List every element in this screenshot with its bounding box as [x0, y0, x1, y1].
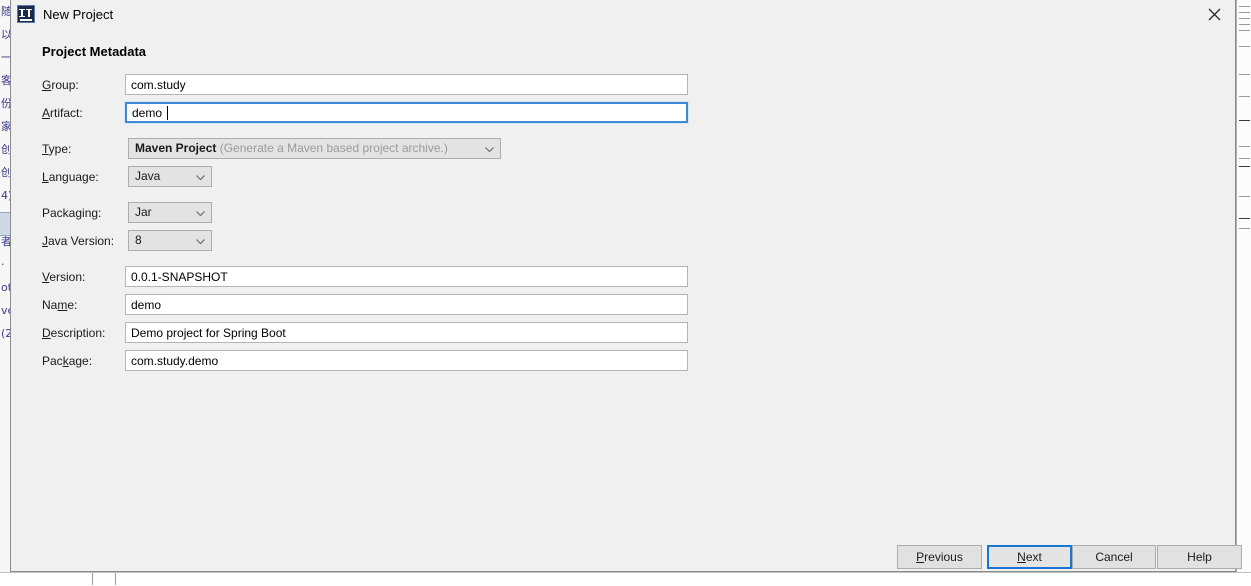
- page-title: Project Metadata: [42, 44, 147, 59]
- java-version-combobox[interactable]: 8: [128, 230, 212, 251]
- type-combobox[interactable]: Maven Project (Generate a Maven based pr…: [128, 138, 501, 159]
- dialog-titlebar: New Project: [11, 0, 1235, 29]
- java-version-label: Java Version:: [42, 234, 115, 248]
- close-icon[interactable]: [1197, 0, 1231, 29]
- type-hint: (Generate a Maven based project archive.…: [219, 141, 448, 155]
- packaging-combobox[interactable]: Jar: [128, 202, 212, 223]
- help-button[interactable]: Help: [1157, 545, 1242, 569]
- java-version-value: 8: [135, 233, 142, 247]
- new-project-dialog: New Project Project Metadata Group: Arti…: [10, 0, 1242, 572]
- chevron-down-icon: [485, 147, 494, 153]
- background-scrollbar[interactable]: [1236, 0, 1251, 585]
- cancel-button[interactable]: Cancel: [1072, 545, 1156, 569]
- language-label: Language:: [42, 170, 99, 184]
- description-input[interactable]: [125, 322, 688, 343]
- packaging-label: Packaging:: [42, 206, 102, 220]
- previous-button[interactable]: Previous: [897, 545, 982, 569]
- chevron-down-icon: [196, 211, 205, 217]
- type-label: Type:: [42, 142, 72, 156]
- language-value: Java: [135, 169, 161, 183]
- background-left-text: 随以一客份家 创创4)ot者· otve(2: [1, 5, 10, 340]
- version-label: Version:: [42, 270, 86, 284]
- name-input[interactable]: [125, 294, 688, 315]
- artifact-label: Artifact:: [42, 106, 83, 120]
- artifact-input[interactable]: [125, 102, 688, 123]
- name-label: Name:: [42, 298, 78, 312]
- chevron-down-icon: [196, 239, 205, 245]
- text-cursor: [167, 106, 168, 120]
- language-combobox[interactable]: Java: [128, 166, 212, 187]
- intellij-idea-icon: [17, 5, 35, 23]
- packaging-value: Jar: [135, 205, 152, 219]
- background-status-bar: [0, 572, 1251, 586]
- package-label: Package:: [42, 354, 93, 368]
- group-input[interactable]: [125, 74, 688, 95]
- group-label: Group:: [42, 78, 79, 92]
- type-value: Maven Project: [135, 141, 217, 155]
- chevron-down-icon: [196, 175, 205, 181]
- background-selected-row: [0, 212, 10, 236]
- next-button[interactable]: Next: [987, 545, 1072, 569]
- description-label: Description:: [42, 326, 106, 340]
- dialog-title: New Project: [43, 7, 114, 22]
- package-input[interactable]: [125, 350, 688, 371]
- version-input[interactable]: [125, 266, 688, 287]
